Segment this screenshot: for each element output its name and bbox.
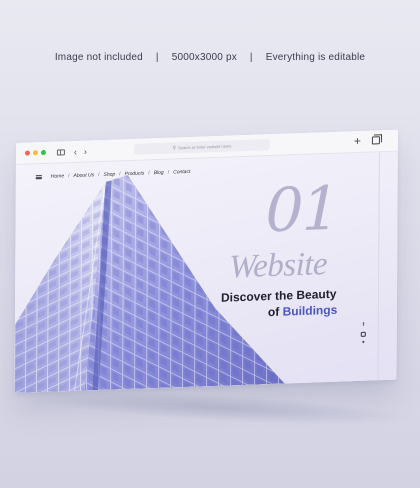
sidebar-icon[interactable] bbox=[56, 149, 65, 156]
address-bar[interactable]: ⚲ Search or enter website name bbox=[133, 139, 270, 155]
nav-item-contact[interactable]: Contact bbox=[173, 169, 190, 176]
window-controls bbox=[24, 149, 46, 156]
maximize-window-button[interactable] bbox=[40, 149, 46, 156]
hero-tagline-line2: of Buildings bbox=[268, 303, 337, 319]
search-icon: ⚲ bbox=[172, 145, 177, 152]
back-icon[interactable]: ‹ bbox=[74, 145, 77, 159]
address-placeholder: Search or enter website name bbox=[178, 143, 232, 151]
nav-item-shop[interactable]: Shop bbox=[103, 172, 115, 178]
nav-item-blog[interactable]: Blog bbox=[154, 170, 164, 176]
building-photo bbox=[14, 175, 285, 393]
browser-window: ‹ › ⚲ Search or enter website name + Hom… bbox=[14, 129, 398, 393]
tabs-overview-icon[interactable] bbox=[371, 136, 380, 145]
tagline-prefix: of bbox=[267, 304, 280, 320]
twitter-icon[interactable]: ✦ bbox=[361, 340, 365, 346]
nav-item-home[interactable]: Home bbox=[51, 173, 64, 179]
social-links: f ✦ bbox=[360, 322, 366, 346]
website-page: Home / About Us / Shop / Products / Blog… bbox=[14, 151, 398, 393]
nav-separator: / bbox=[98, 172, 100, 179]
nav-item-about-us[interactable]: About Us bbox=[74, 172, 95, 179]
new-tab-icon[interactable]: + bbox=[354, 134, 361, 148]
instagram-icon[interactable] bbox=[360, 331, 366, 337]
nav-separator: / bbox=[119, 171, 121, 178]
hero-word: Website bbox=[229, 246, 328, 286]
nav-separator: / bbox=[167, 169, 170, 176]
tagline-accent: Buildings bbox=[282, 302, 338, 319]
facebook-icon[interactable]: f bbox=[362, 322, 364, 328]
mockup-scene: ‹ › ⚲ Search or enter website name + Hom… bbox=[0, 0, 420, 488]
close-window-button[interactable] bbox=[24, 150, 30, 156]
hero-number: 01 bbox=[265, 173, 339, 247]
hamburger-menu-icon[interactable] bbox=[35, 175, 42, 180]
nav-item-products[interactable]: Products bbox=[125, 171, 145, 178]
minimize-window-button[interactable] bbox=[32, 150, 38, 156]
nav-separator: / bbox=[148, 170, 150, 177]
nav-separator: / bbox=[68, 173, 70, 180]
forward-icon[interactable]: › bbox=[84, 145, 87, 159]
